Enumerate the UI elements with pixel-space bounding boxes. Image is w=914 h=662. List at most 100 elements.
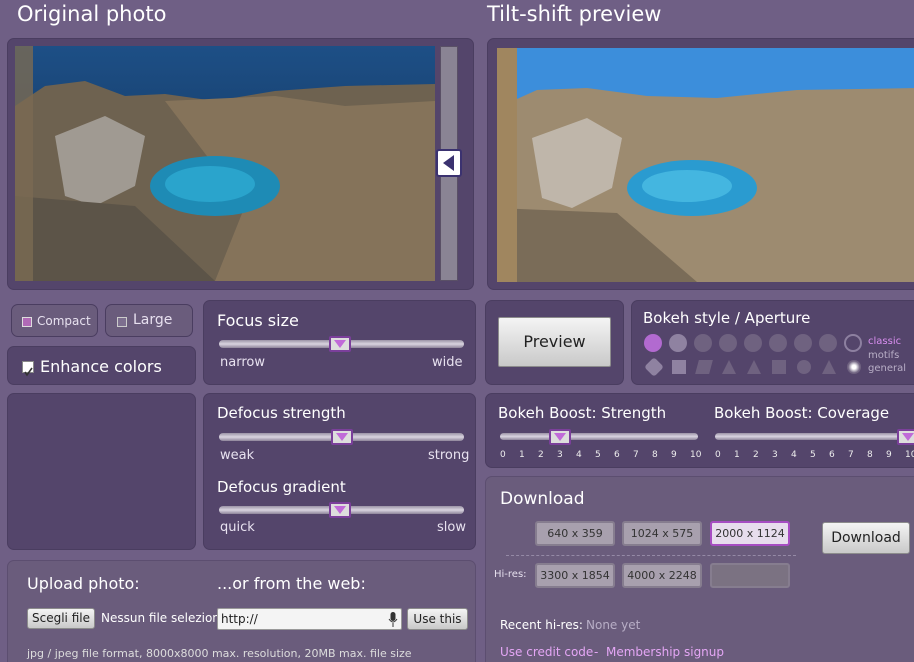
defocus-strength-min-label: weak	[220, 448, 255, 463]
boost-strength-tick-3: 3	[557, 450, 563, 460]
original-photo-panel	[7, 38, 474, 290]
preview-button-panel: Preview	[485, 300, 624, 385]
size-640-button[interactable]: 640 x 359	[535, 521, 615, 546]
size-2000-button[interactable]: 2000 x 1124	[710, 521, 790, 546]
bokeh-aperture-9[interactable]	[844, 334, 862, 352]
size-4000-button[interactable]: 4000 x 2248	[622, 563, 702, 588]
compact-view-button[interactable]: Compact	[11, 304, 98, 337]
bokeh-style-title: Bokeh style / Aperture	[643, 309, 811, 327]
bokeh-motif-8[interactable]	[822, 360, 836, 374]
bokeh-motif-7[interactable]	[797, 360, 811, 374]
large-view-button[interactable]: Large	[105, 304, 193, 337]
boost-coverage-tick-10: 10	[905, 450, 914, 460]
upload-title: Upload photo:	[27, 574, 140, 593]
size-extra-button	[710, 563, 790, 588]
bokeh-aperture-7[interactable]	[794, 334, 812, 352]
defocus-gradient-thumb[interactable]	[329, 502, 351, 518]
bokeh-boost-panel: Bokeh Boost: Strength Bokeh Boost: Cover…	[485, 393, 914, 468]
preview-image	[497, 48, 914, 282]
boost-coverage-tick-1: 1	[734, 450, 740, 460]
boost-coverage-title: Bokeh Boost: Coverage	[714, 404, 890, 422]
boost-coverage-ticks: 0 1 2 3 4 5 6 7 8 9 10	[715, 450, 914, 462]
bokeh-aperture-6[interactable]	[769, 334, 787, 352]
boost-strength-tick-10: 10	[690, 450, 702, 460]
bokeh-legend-general: general	[868, 363, 907, 374]
blank-panel	[7, 393, 196, 550]
bokeh-aperture-5[interactable]	[744, 334, 762, 352]
defocus-gradient-max-label: slow	[437, 520, 466, 535]
bokeh-aperture-3[interactable]	[694, 334, 712, 352]
size-1024-button[interactable]: 1024 x 575	[622, 521, 702, 546]
hires-label: Hi-res:	[494, 569, 527, 580]
boost-coverage-tick-5: 5	[810, 450, 816, 460]
preview-button[interactable]: Preview	[498, 317, 611, 367]
bokeh-style-panel: Bokeh style / Aperture classic motifs ge…	[631, 300, 914, 385]
bokeh-motif-6[interactable]	[772, 360, 786, 374]
boost-strength-tick-2: 2	[538, 450, 544, 460]
choose-file-button[interactable]: Scegli file	[27, 608, 95, 629]
bokeh-motif-5[interactable]	[747, 360, 761, 374]
use-credit-code-link[interactable]: Use credit code	[500, 645, 593, 659]
web-upload-title: ...or from the web:	[217, 574, 366, 593]
url-input[interactable]: http://	[217, 608, 402, 630]
defocus-gradient-min-label: quick	[220, 520, 255, 535]
boost-strength-tick-8: 8	[652, 450, 658, 460]
membership-signup-link[interactable]: Membership signup	[606, 645, 724, 659]
bokeh-legend-classic: classic	[868, 336, 902, 347]
hires-divider	[506, 555, 796, 556]
bokeh-motif-9[interactable]	[847, 360, 861, 374]
focus-size-panel: Focus size narrow wide	[203, 300, 476, 385]
focus-size-thumb[interactable]	[329, 336, 351, 352]
download-title: Download	[500, 489, 585, 509]
large-label: Large	[133, 312, 173, 328]
preview-panel	[487, 38, 914, 290]
bokeh-aperture-1[interactable]	[644, 334, 662, 352]
boost-strength-title: Bokeh Boost: Strength	[498, 404, 667, 422]
boost-coverage-track[interactable]	[715, 433, 913, 440]
boost-coverage-tick-4: 4	[791, 450, 797, 460]
boost-coverage-tick-2: 2	[753, 450, 759, 460]
bokeh-legend-motifs: motifs	[868, 350, 900, 361]
boost-strength-tick-7: 7	[633, 450, 639, 460]
focus-size-title: Focus size	[217, 311, 299, 330]
arrow-left-icon	[443, 155, 454, 171]
boost-coverage-tick-9: 9	[886, 450, 892, 460]
file-status: Nessun file selezionato	[101, 611, 217, 625]
boost-strength-tick-4: 4	[576, 450, 582, 460]
defocus-panel: Defocus strength weak strong Defocus gra…	[203, 393, 476, 550]
upload-panel: Upload photo: ...or from the web: Scegli…	[7, 560, 476, 662]
boost-coverage-tick-6: 6	[829, 450, 835, 460]
boost-coverage-tick-7: 7	[848, 450, 854, 460]
boost-strength-track[interactable]	[500, 433, 698, 440]
boost-strength-tick-9: 9	[671, 450, 677, 460]
boost-strength-ticks: 0 1 2 3 4 5 6 7 8 9 10	[500, 450, 702, 462]
recent-hires-value: None yet	[586, 618, 641, 632]
boost-strength-tick-1: 1	[519, 450, 525, 460]
enhance-colors-panel: Enhance colors	[7, 346, 196, 385]
boost-coverage-tick-8: 8	[867, 450, 873, 460]
original-photo-image	[15, 46, 435, 281]
download-button[interactable]: Download	[822, 522, 910, 554]
bokeh-motif-2[interactable]	[672, 360, 686, 374]
bokeh-motif-4[interactable]	[722, 360, 736, 374]
use-this-button[interactable]: Use this	[407, 608, 468, 630]
microphone-icon[interactable]	[388, 612, 398, 627]
focus-size-min-label: narrow	[220, 355, 265, 370]
enhance-colors-checkbox[interactable]	[22, 361, 34, 377]
compact-indicator	[22, 317, 32, 327]
defocus-strength-max-label: strong	[428, 448, 470, 463]
bokeh-motif-1[interactable]	[644, 357, 664, 377]
bokeh-aperture-4[interactable]	[719, 334, 737, 352]
boost-coverage-tick-3: 3	[772, 450, 778, 460]
bokeh-motif-3[interactable]	[695, 360, 713, 374]
url-input-value: http://	[221, 612, 258, 626]
boost-coverage-thumb[interactable]	[897, 429, 914, 445]
focus-size-max-label: wide	[432, 355, 463, 370]
bokeh-aperture-8[interactable]	[819, 334, 837, 352]
download-panel: Download 640 x 359 1024 x 575 2000 x 112…	[485, 476, 914, 662]
size-3300-button[interactable]: 3300 x 1854	[535, 563, 615, 588]
boost-strength-thumb[interactable]	[549, 429, 571, 445]
focus-position-handle[interactable]	[436, 149, 462, 177]
bokeh-aperture-2[interactable]	[669, 334, 687, 352]
defocus-strength-thumb[interactable]	[331, 429, 353, 445]
